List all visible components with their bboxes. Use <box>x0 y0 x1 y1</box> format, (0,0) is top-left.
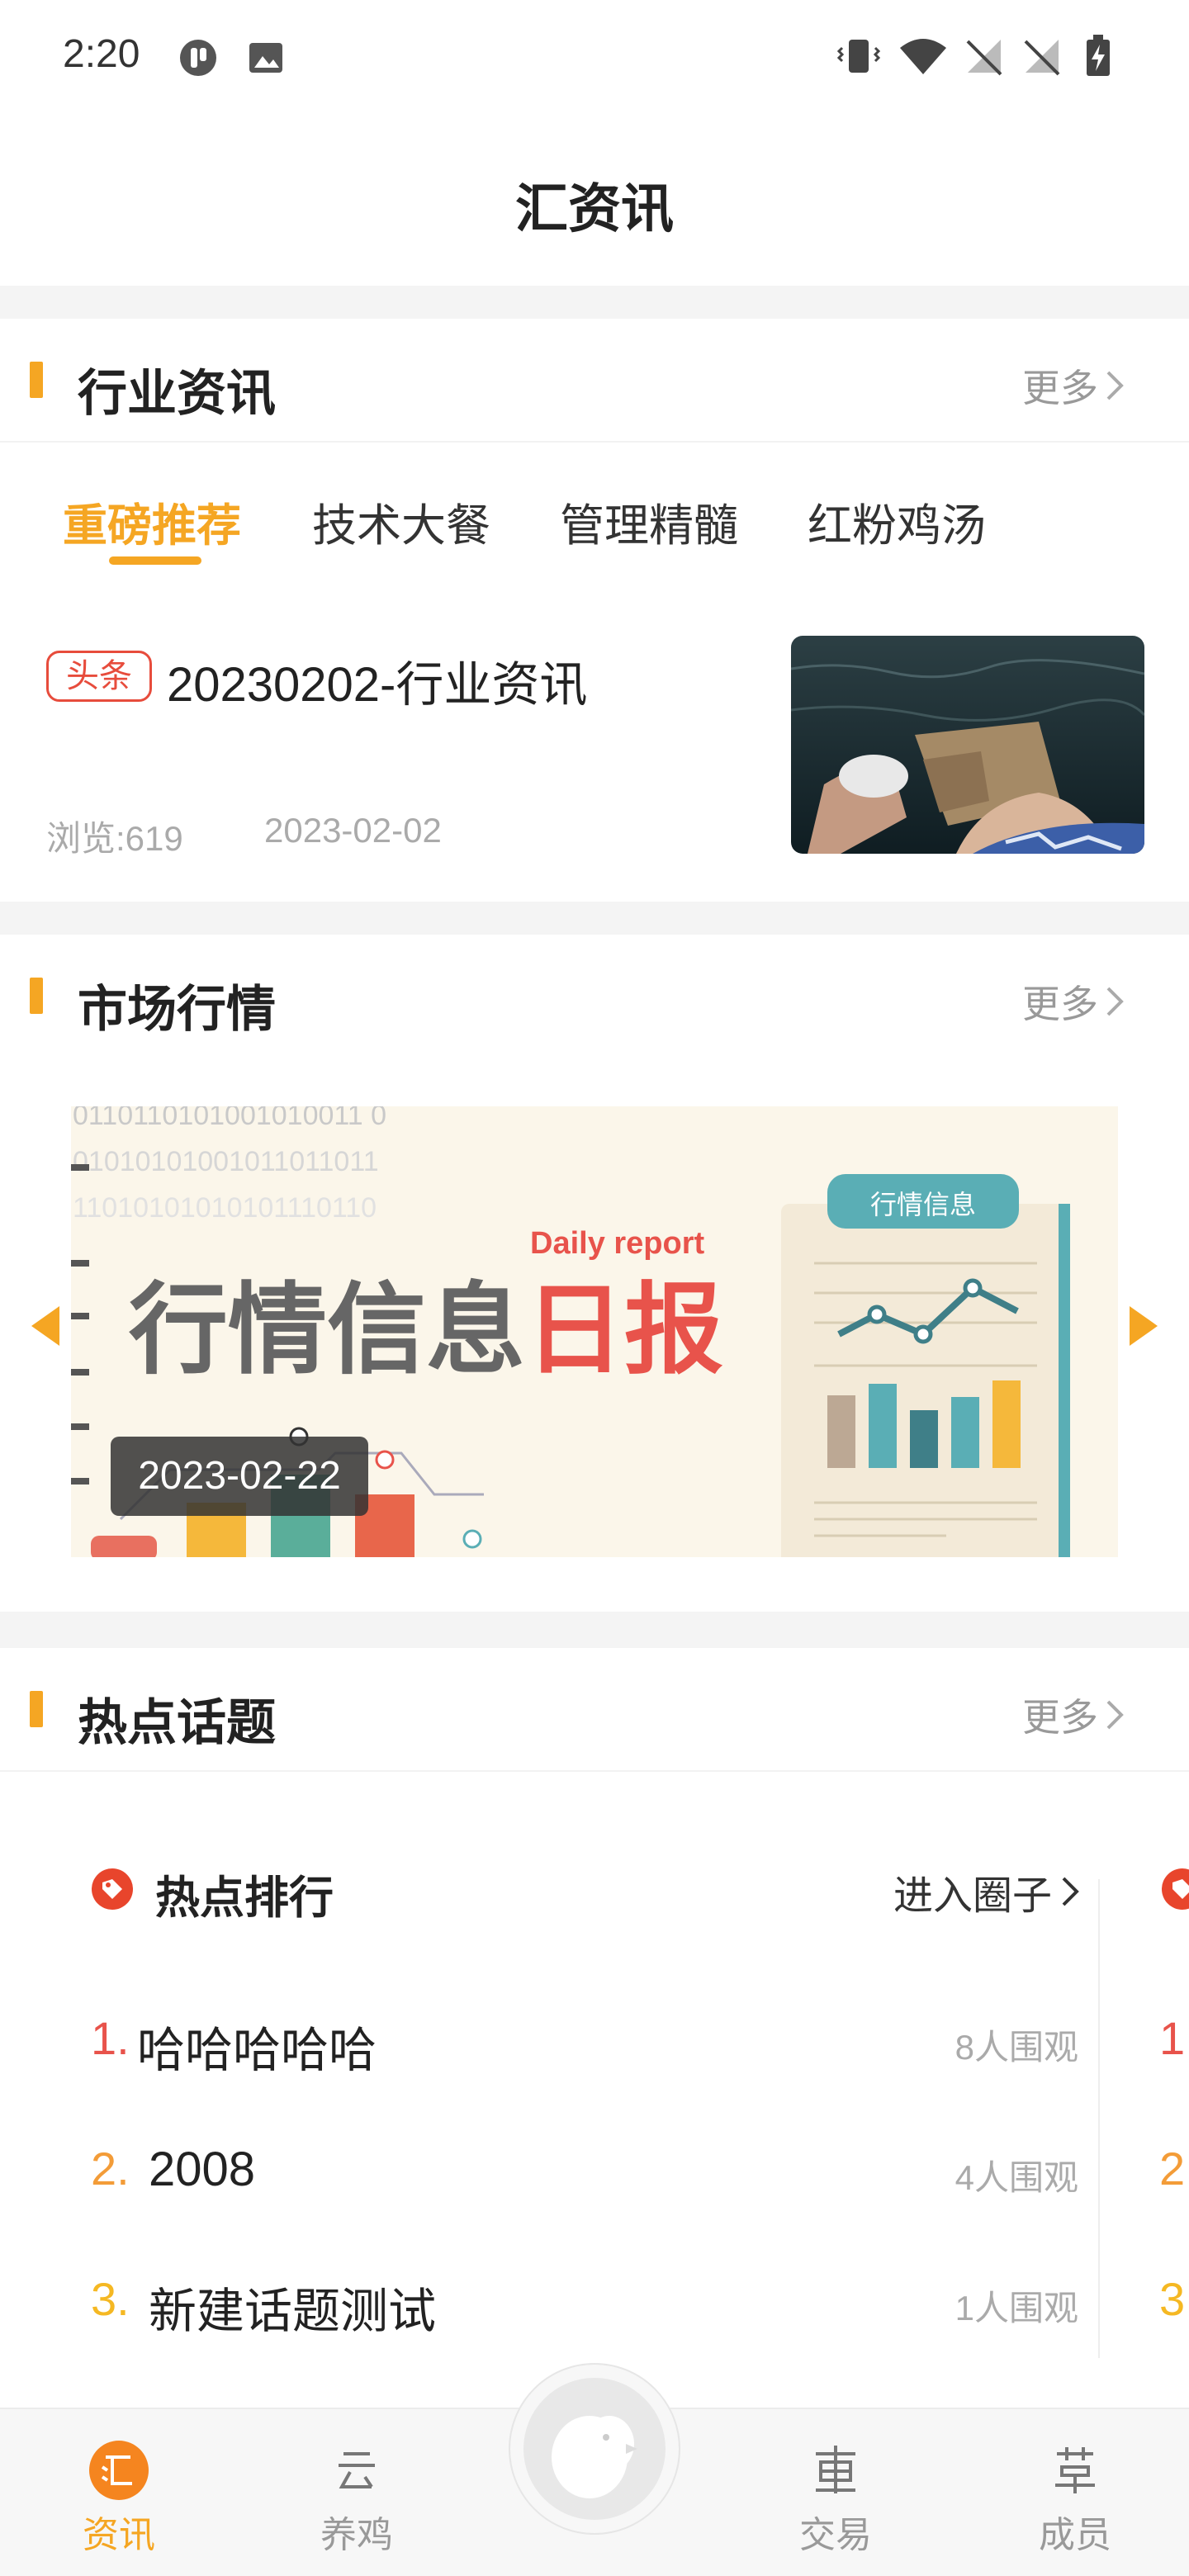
nav-item-news[interactable]: 资讯 <box>53 2439 185 2558</box>
svg-text:11010101010101110110: 11010101010101110110 <box>73 1192 377 1224</box>
section-gap <box>0 286 1189 319</box>
tag-icon <box>92 1868 133 1910</box>
chevron-right-icon <box>1062 1877 1079 1906</box>
no-signal-icon <box>966 40 1002 76</box>
carousel-next-arrow-icon[interactable] <box>1126 1305 1159 1347</box>
section-accent-bar <box>30 978 43 1014</box>
market-carousel: 0110110101001010011 0 010101010010110110… <box>0 1057 1189 1612</box>
carousel-prev-arrow-icon[interactable] <box>30 1305 63 1347</box>
topic-row[interactable]: 3. 新建话题测试 1人围观 <box>91 2256 1078 2338</box>
news-icon <box>89 2441 149 2500</box>
nav-item-farming[interactable]: 养鸡 <box>291 2439 423 2558</box>
topic-view-count: 8人围观 <box>955 2028 1078 2067</box>
status-time: 2:20 <box>63 32 140 76</box>
topic-rank: 1. <box>91 2012 130 2064</box>
topic-rank: 2. <box>91 2143 130 2195</box>
more-label: 更多 <box>1022 983 1098 1025</box>
hot-topics-header: 热点话题 更多 <box>0 1648 1189 1772</box>
next-card-rank: 1. <box>1159 2012 1189 2064</box>
banner-tag: 行情信息 <box>870 1190 976 1219</box>
industry-news-more-link[interactable]: 更多 <box>1022 358 1126 413</box>
hot-ranking-title: 热点排行 <box>155 1873 334 1923</box>
topic-title: 2008 <box>149 2143 256 2196</box>
industry-news-header: 行业资讯 更多 <box>0 319 1189 443</box>
members-icon <box>1055 2447 1095 2493</box>
trade-icon <box>816 2446 855 2493</box>
next-card-rank: 3. <box>1159 2273 1189 2325</box>
chevron-right-icon <box>1106 1700 1124 1730</box>
chevron-right-icon <box>1106 371 1124 400</box>
no-signal-icon-2 <box>1024 40 1060 76</box>
news-thumbnail-image <box>791 636 1144 854</box>
chevron-right-icon <box>1106 987 1124 1016</box>
nav-label: 交易 <box>799 2515 872 2555</box>
hot-topics-title: 热点话题 <box>78 1695 276 1750</box>
banner-date-label: 2023-02-22 <box>111 1437 368 1516</box>
chicken-farm-icon <box>339 2452 375 2488</box>
section-accent-bar <box>30 1691 43 1727</box>
nav-item-members[interactable]: 成员 <box>1009 2439 1141 2558</box>
svg-text:0110110101001010011 0: 0110110101001010011 0 <box>73 1106 386 1131</box>
market-banner[interactable]: 0110110101001010011 0 010101010010110110… <box>71 1106 1118 1557</box>
news-date: 2023-02-02 <box>264 811 442 850</box>
center-action-button[interactable] <box>509 2363 680 2535</box>
news-title: 20230202-行业资讯 <box>167 658 588 712</box>
tab-inspiration[interactable]: 红粉鸡汤 <box>808 489 986 554</box>
topic-title: 哈哈哈哈哈 <box>137 2024 377 2077</box>
topic-rank: 3. <box>91 2273 130 2325</box>
topic-row[interactable]: 2. 2008 4人围观 <box>91 2125 1078 2208</box>
topic-view-count: 4人围观 <box>955 2158 1078 2197</box>
topic-row[interactable]: 1. 哈哈哈哈哈 8人围观 <box>91 1995 1078 2077</box>
active-tab-indicator <box>109 556 201 565</box>
news-views: 浏览:619 <box>46 819 183 858</box>
more-label: 更多 <box>1022 1696 1098 1739</box>
page-title: 汇资讯 <box>515 179 674 239</box>
nav-label: 养鸡 <box>320 2515 393 2555</box>
nav-item-trade[interactable]: 交易 <box>770 2439 902 2558</box>
market-header: 市场行情 更多 <box>0 935 1189 1058</box>
battery-charging-icon <box>1087 35 1110 76</box>
hot-topics-more-link[interactable]: 更多 <box>1022 1688 1126 1742</box>
tab-tech[interactable]: 技术大餐 <box>312 489 490 554</box>
news-category-tabs: 重磅推荐 技术大餐 管理精髓 红粉鸡汤 <box>0 443 1189 591</box>
topic-view-count: 1人围观 <box>955 2289 1078 2327</box>
market-more-link[interactable]: 更多 <box>1022 974 1126 1029</box>
banner-headline-accent: 日报 <box>525 1275 723 1385</box>
enter-circle-label: 进入圈子 <box>893 1874 1052 1918</box>
enter-circle-link[interactable]: 进入圈子 <box>893 1863 1082 1920</box>
topic-title: 新建话题测试 <box>149 2285 437 2338</box>
tag-icon <box>1162 1868 1189 1910</box>
more-label: 更多 <box>1022 367 1098 410</box>
app-notification-icon <box>180 40 216 76</box>
vibrate-icon <box>836 40 881 73</box>
nav-label: 资讯 <box>83 2515 155 2555</box>
section-accent-bar <box>30 362 43 398</box>
status-bar: 2:20 <box>0 0 1189 116</box>
card-divider <box>1098 1879 1100 2358</box>
news-list-item[interactable]: 头条 20230202-行业资讯 浏览:619 2023-02-02 <box>0 591 1189 902</box>
section-gap <box>0 1612 1189 1648</box>
svg-text:01010101001011011011: 01010101001011011011 <box>73 1146 379 1177</box>
nav-label: 成员 <box>1039 2515 1111 2555</box>
wifi-icon <box>900 39 946 74</box>
banner-headline: 行情信息 <box>129 1275 525 1385</box>
market-title: 市场行情 <box>78 982 276 1037</box>
banner-eyebrow: Daily report <box>530 1226 705 1261</box>
chick-logo-icon <box>552 2416 637 2498</box>
next-card-rank: 2. <box>1159 2143 1189 2195</box>
tab-management[interactable]: 管理精髓 <box>560 489 738 554</box>
tab-featured[interactable]: 重磅推荐 <box>63 489 241 554</box>
industry-news-title: 行业资讯 <box>78 366 276 421</box>
hot-ranking-card: 热点排行 进入圈子 1. 哈哈哈哈哈 8人围观 2. 2008 4人围观 3. … <box>63 1772 1100 2408</box>
section-gap <box>0 902 1189 935</box>
bottom-navigation: 资讯 养鸡 交易 成员 <box>0 2363 1189 2576</box>
app-header: 汇资讯 <box>0 116 1189 286</box>
headline-badge: 头条 <box>46 651 152 702</box>
hot-topics-carousel: 热点排行 进入圈子 1. 哈哈哈哈哈 8人围观 2. 2008 4人围观 3. … <box>0 1772 1189 2408</box>
image-notification-icon <box>249 43 282 73</box>
